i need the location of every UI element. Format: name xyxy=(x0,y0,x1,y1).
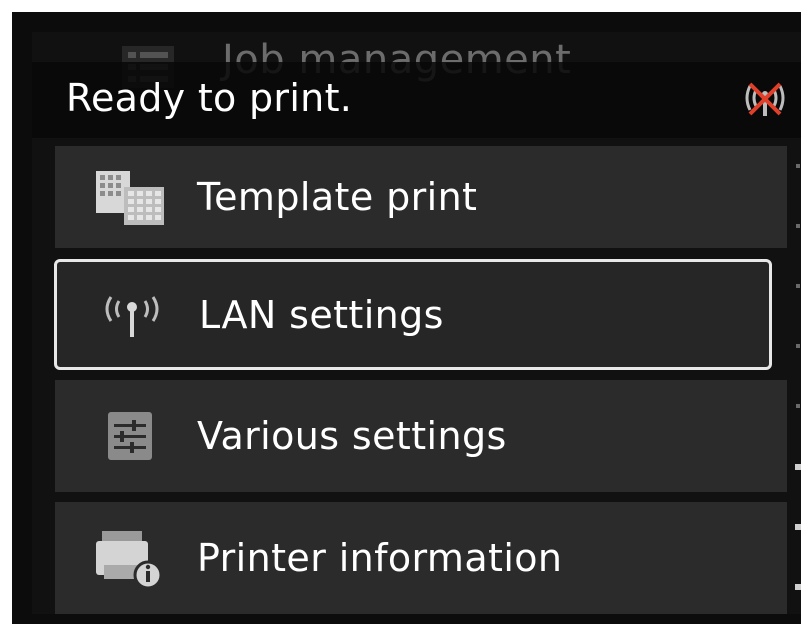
menu-item-printer-information[interactable]: Printer information xyxy=(55,502,787,614)
scroll-indicator xyxy=(792,132,801,612)
menu-item-label: Various settings xyxy=(197,414,507,458)
printer-display-bezel: Job management Ready to print. Template … xyxy=(12,12,801,624)
menu-item-label: LAN settings xyxy=(199,292,444,337)
antenna-icon xyxy=(87,280,177,350)
menu-item-various-settings[interactable]: Various settings xyxy=(55,380,787,492)
printer-touch-screen: Job management Ready to print. Template … xyxy=(32,32,801,614)
printer-info-icon xyxy=(85,523,175,593)
status-message: Ready to print. xyxy=(66,76,353,120)
sliders-icon xyxy=(85,401,175,471)
menu-item-label: Template print xyxy=(197,175,478,219)
menu-item-label: Printer information xyxy=(197,536,563,580)
status-header: Ready to print. xyxy=(32,62,801,138)
template-grid-icon xyxy=(85,162,175,232)
wifi-disabled-icon[interactable] xyxy=(740,74,790,124)
menu-item-template-print[interactable]: Template print xyxy=(55,146,787,248)
menu-item-lan-settings[interactable]: LAN settings xyxy=(54,259,772,370)
